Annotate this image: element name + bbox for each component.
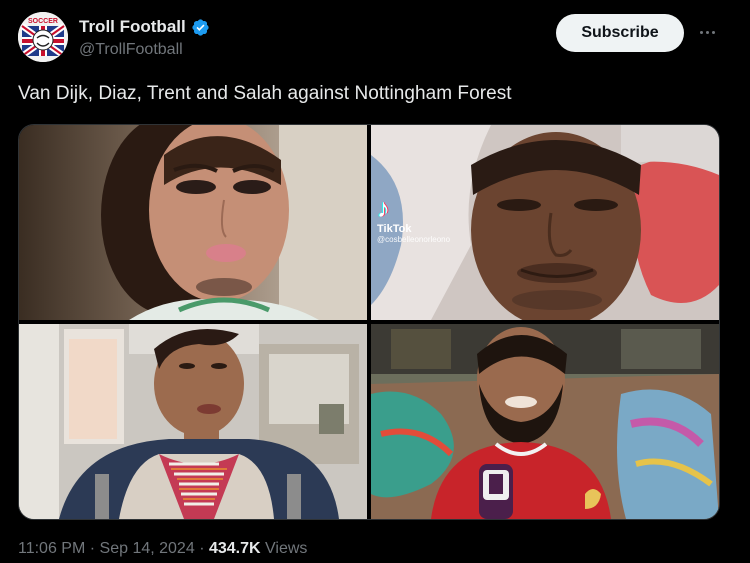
more-dot [705, 30, 709, 34]
tweet-text: Van Dijk, Diaz, Trent and Salah against … [18, 83, 512, 104]
media-image-3[interactable] [19, 324, 367, 519]
media-image-4[interactable] [371, 324, 719, 519]
views-count[interactable]: 434.7K [209, 540, 261, 557]
avatar-image: SOCCER [18, 12, 68, 62]
account-handle[interactable]: @TrollFootball [79, 41, 210, 59]
tiktok-watermark: ♪ TikTok @cosbelleonorleono [377, 195, 450, 244]
separator: · [199, 540, 205, 557]
author-names: Troll Football @TrollFootball [79, 16, 210, 59]
avatar-text: SOCCER [28, 18, 58, 25]
post-date[interactable]: Sep 14, 2024 [100, 540, 195, 557]
media-grid[interactable]: ♪ TikTok @cosbelleonorleono [18, 124, 720, 520]
tiktok-brand: TikTok [377, 223, 412, 235]
tiktok-username: @cosbelleonorleono [377, 235, 451, 244]
more-dot [699, 30, 703, 34]
more-dot [711, 30, 715, 34]
post-time[interactable]: 11:06 PM [18, 540, 85, 557]
tweet-header: SOCCER Troll Football @TrollFootball Sub… [18, 12, 732, 68]
display-name[interactable]: Troll Football [79, 17, 186, 37]
avatar[interactable]: SOCCER [18, 12, 68, 62]
tiktok-logo-icon: ♪ [377, 193, 390, 223]
views-label[interactable]: Views [265, 540, 307, 557]
subscribe-button[interactable]: Subscribe [556, 14, 684, 52]
media-image-1[interactable] [19, 125, 367, 320]
display-name-row[interactable]: Troll Football [79, 16, 210, 38]
separator: · [89, 540, 96, 557]
verified-badge-icon[interactable] [191, 18, 210, 37]
media-image-2[interactable]: ♪ TikTok @cosbelleonorleono [371, 125, 719, 320]
more-options-icon[interactable] [694, 22, 720, 42]
tweet-footer: 11:06 PM · Sep 14, 2024 · 434.7K Views [18, 540, 307, 558]
